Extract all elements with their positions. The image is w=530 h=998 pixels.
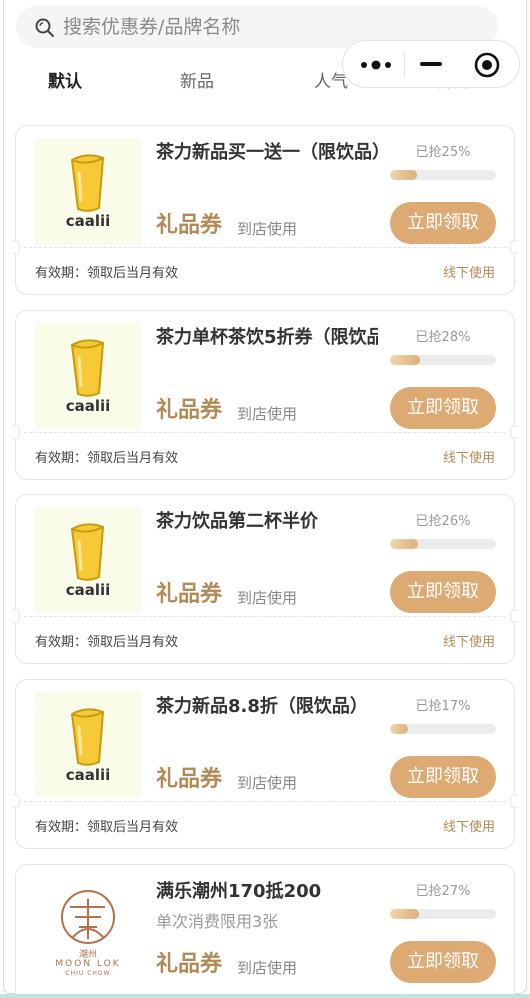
coupon-usage: 到店使用 <box>237 220 298 238</box>
grab-progress-bar <box>390 170 496 180</box>
coupon-title: 茶力新品8.8折（限饮品） <box>156 696 368 717</box>
brand-logo-sub: CHIU CHOW <box>65 970 111 977</box>
tab-new[interactable]: 新品 <box>180 70 214 94</box>
coupon-card[interactable]: 潮州 MOON LOK CHIU CHOW 满乐潮州170抵200 单次消费限用3张礼品… <box>15 864 515 998</box>
coupon-card[interactable]: caalii 茶力新品买一送一（限饮品） 礼品券 到店使用 已抢25% 立即领取有效期：领… <box>10 125 520 295</box>
capsule-menu <box>342 40 520 88</box>
coupon-card[interactable]: caalii 茶力单杯茶饮5折券（限饮品） 礼品券 到店使用 已抢28% 立即领取有效期：… <box>10 310 520 480</box>
brand-logo-text: caalii <box>65 397 111 415</box>
coupon-channel: 线下使用 <box>442 451 495 466</box>
coupon-usage: 到店使用 <box>237 589 298 607</box>
card-notch <box>10 425 20 439</box>
search-placeholder: 搜索优惠券/品牌名称 <box>63 16 241 38</box>
coupon-subtitle: 单次消费限用3张 <box>156 912 279 931</box>
coupon-title: 茶力单杯茶饮5折券（限饮品） <box>156 327 378 348</box>
tab-default[interactable]: 默认 <box>48 70 82 94</box>
grab-percentage: 已抢26% <box>415 514 471 529</box>
grab-percentage: 已抢28% <box>415 330 471 345</box>
grab-progress-fill <box>390 539 418 549</box>
claim-button[interactable]: 立即领取 <box>390 202 496 244</box>
card-notch <box>510 240 520 254</box>
grab-progress-fill <box>390 355 420 365</box>
coupon-type: 礼品券 <box>156 213 223 238</box>
more-dots-icon[interactable] <box>359 58 393 72</box>
card-divider <box>24 616 506 617</box>
grab-percentage: 已抢17% <box>415 699 471 714</box>
brand-logo: caalii <box>35 138 141 244</box>
claim-button[interactable]: 立即领取 <box>390 571 496 613</box>
card-notch <box>510 609 520 623</box>
target-circle-icon[interactable] <box>473 51 501 79</box>
coupon-type: 礼品券 <box>156 952 223 977</box>
coupon-channel: 线下使用 <box>442 266 495 281</box>
brand-logo-text: caalii <box>65 581 111 599</box>
card-notch <box>510 425 520 439</box>
grab-progress-fill <box>390 170 417 180</box>
coupon-channel: 线下使用 <box>442 820 495 835</box>
card-divider <box>24 432 506 433</box>
tab-popular[interactable]: 人气 <box>314 70 348 94</box>
grab-percentage: 已抢27% <box>415 884 471 899</box>
grab-progress-bar <box>390 909 496 919</box>
brand-logo: caalii <box>35 323 141 429</box>
coupon-card[interactable]: caalii 茶力新品8.8折（限饮品） 礼品券 到店使用 已抢17% 立即领取有效期：领… <box>10 679 520 849</box>
coupon-type: 礼品券 <box>156 398 223 423</box>
grab-percentage: 已抢25% <box>415 145 471 160</box>
grab-progress-bar <box>390 355 496 365</box>
card-notch <box>10 794 20 808</box>
coupon-validity: 有效期：领取后当月有效 <box>35 451 179 466</box>
search-icon <box>35 18 54 37</box>
coupon-title: 茶力饮品第二杯半价 <box>156 511 318 532</box>
coupon-channel: 线下使用 <box>442 635 495 650</box>
brand-logo-en: MOON LOK <box>55 959 121 969</box>
grab-progress-bar <box>390 724 496 734</box>
card-divider <box>24 801 506 802</box>
coupon-validity: 有效期：领取后当月有效 <box>35 635 179 650</box>
grab-progress-fill <box>390 724 409 734</box>
brand-logo: caalii <box>35 507 141 613</box>
card-divider <box>24 247 506 248</box>
minus-icon[interactable] <box>420 62 442 66</box>
coupon-usage: 到店使用 <box>237 774 298 792</box>
coupon-type: 礼品券 <box>156 582 223 607</box>
claim-button[interactable]: 立即领取 <box>390 756 496 798</box>
coupon-validity: 有效期：领取后当月有效 <box>35 820 179 835</box>
card-notch <box>510 794 520 808</box>
coupon-usage: 到店使用 <box>237 405 298 423</box>
grab-progress-fill <box>390 909 419 919</box>
brand-logo: 潮州 MOON LOK CHIU CHOW <box>35 877 141 983</box>
coupon-title: 茶力新品买一送一（限饮品） <box>156 142 378 163</box>
claim-button[interactable]: 立即领取 <box>390 941 496 983</box>
card-notch <box>10 609 20 623</box>
brand-logo: caalii <box>35 692 141 798</box>
grab-progress-bar <box>390 539 496 549</box>
brand-logo-text: caalii <box>65 212 111 230</box>
capsule-divider <box>404 53 405 77</box>
coupon-validity: 有效期：领取后当月有效 <box>35 266 179 281</box>
claim-button[interactable]: 立即领取 <box>390 387 496 429</box>
coupon-card[interactable]: caalii 茶力饮品第二杯半价礼品券 到店使用 已抢26% 立即领取有效期：领取后当月… <box>10 494 520 664</box>
card-notch <box>10 240 20 254</box>
coupon-usage: 到店使用 <box>237 959 298 977</box>
bottom-strip <box>0 994 530 998</box>
coupon-type: 礼品券 <box>156 767 223 792</box>
coupon-title: 满乐潮州170抵200 <box>156 881 322 902</box>
brand-logo-text: caalii <box>65 766 111 784</box>
